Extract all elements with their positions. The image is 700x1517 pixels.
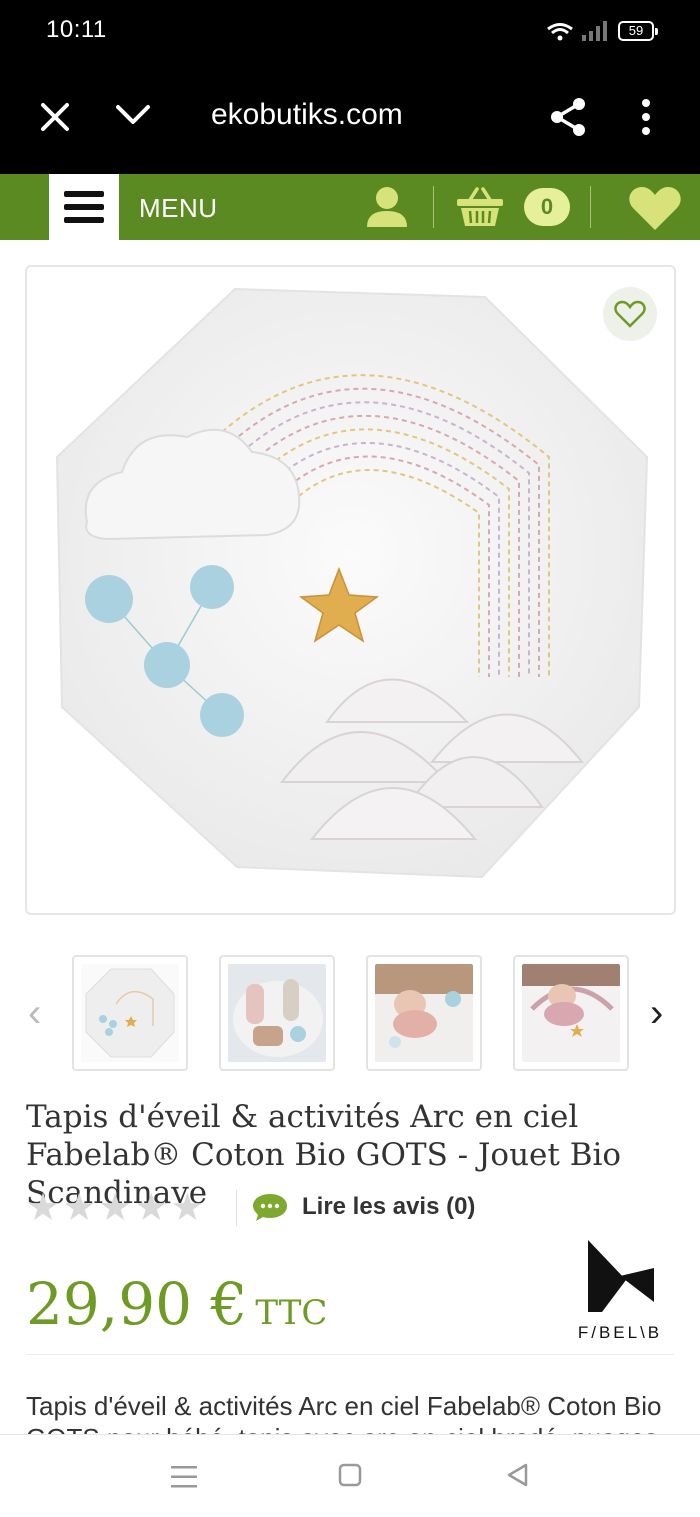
product-price: 29,90 € TTC — [26, 1270, 327, 1338]
back-icon[interactable] — [505, 1462, 529, 1488]
share-icon[interactable] — [548, 96, 588, 138]
price-amount: 29,90 € — [26, 1270, 248, 1338]
chat-bubble-icon — [253, 1194, 287, 1221]
product-description: Tapis d'éveil & activités Arc en ciel Fa… — [26, 1391, 662, 1434]
system-navigation-bar — [0, 1434, 700, 1517]
browser-toolbar: ekobutiks.com — [0, 62, 700, 174]
status-time: 10:11 — [46, 16, 107, 43]
reviews-label[interactable]: Lire les avis (0) — [302, 1193, 475, 1221]
battery-indicator: 59 — [618, 21, 658, 41]
carousel-next-arrow[interactable]: › — [650, 993, 663, 1033]
thumbnail-image — [81, 964, 179, 1062]
thumbnail[interactable] — [72, 955, 188, 1071]
star-icon: ★ — [62, 1187, 97, 1229]
recent-apps-icon[interactable] — [171, 1465, 197, 1489]
thumbnail[interactable] — [219, 955, 335, 1071]
star-icon: ★ — [98, 1187, 133, 1229]
brand-logo[interactable]: F/BEL\B — [574, 1238, 666, 1343]
carousel-prev-arrow[interactable]: ‹ — [28, 993, 41, 1033]
user-icon[interactable] — [364, 185, 410, 229]
rating-stars: ★ ★ ★ ★ ★ — [26, 1188, 204, 1228]
heart-outline-icon — [614, 300, 646, 328]
thumbnail-image — [228, 964, 326, 1062]
cart-count-badge[interactable]: 0 — [524, 188, 570, 226]
star-icon: ★ — [134, 1187, 169, 1229]
thumbnail[interactable] — [366, 955, 482, 1071]
nav-divider — [590, 186, 591, 228]
rating-divider — [236, 1190, 237, 1226]
home-icon[interactable] — [338, 1463, 362, 1487]
thumbnail-image — [522, 964, 620, 1062]
thumbnail[interactable] — [513, 955, 629, 1071]
section-divider — [26, 1354, 674, 1355]
wifi-icon — [547, 23, 573, 41]
product-main-image[interactable] — [25, 265, 676, 915]
brand-mark-icon — [588, 1240, 654, 1312]
menu-button[interactable] — [49, 174, 119, 240]
star-icon: ★ — [26, 1187, 61, 1229]
url-bar[interactable]: ekobutiks.com — [211, 98, 403, 132]
hamburger-icon — [64, 191, 104, 223]
menu-label[interactable]: MENU — [139, 193, 218, 224]
thumbnail-image — [375, 964, 473, 1062]
chevron-down-icon[interactable] — [114, 102, 152, 128]
favorite-button[interactable] — [603, 287, 657, 341]
heart-icon[interactable] — [627, 186, 683, 232]
reviews-link[interactable]: Lire les avis (0) — [252, 1192, 475, 1222]
play-mat-illustration — [55, 287, 649, 879]
site-navigation: MENU 0 — [0, 174, 700, 240]
close-icon[interactable] — [38, 100, 72, 134]
more-vertical-icon[interactable] — [636, 98, 656, 138]
signal-icon — [582, 21, 607, 41]
nav-divider — [433, 186, 434, 228]
price-suffix: TTC — [255, 1293, 328, 1333]
thumbnail-carousel: ‹ › — [0, 955, 700, 1071]
basket-icon[interactable] — [455, 186, 505, 228]
star-icon: ★ — [170, 1187, 205, 1229]
brand-name: F/BEL\B — [577, 1323, 663, 1342]
status-bar: 10:11 59 — [0, 0, 700, 62]
